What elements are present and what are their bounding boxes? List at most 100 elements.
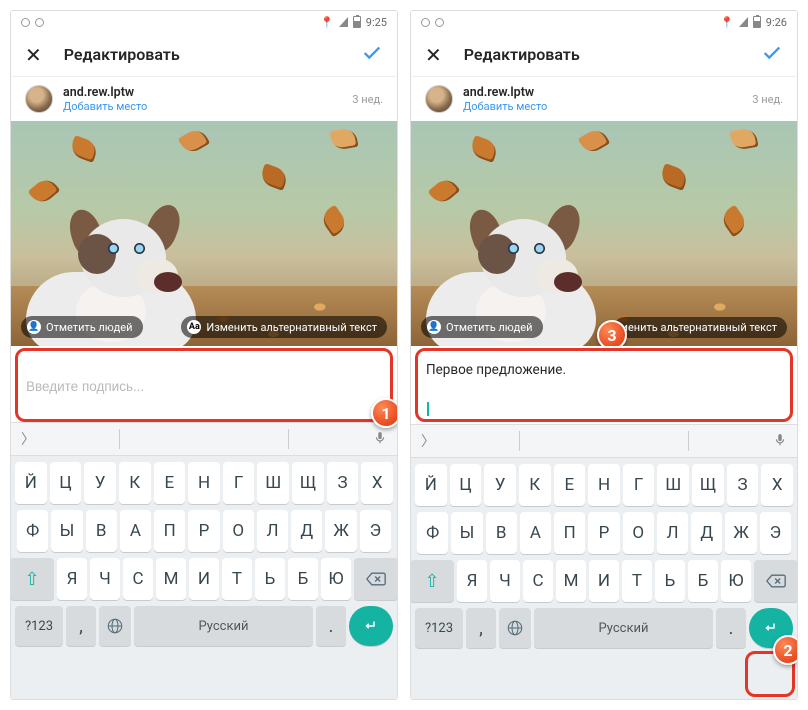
close-icon[interactable]: ✕ xyxy=(425,43,442,67)
key-Д[interactable]: Д xyxy=(691,512,722,554)
key-Э[interactable]: Э xyxy=(760,512,791,554)
key-Ю[interactable]: Ю xyxy=(721,560,751,602)
globe-key[interactable] xyxy=(499,608,531,648)
key-В[interactable]: В xyxy=(486,512,517,554)
key-Ш[interactable]: Ш xyxy=(257,462,289,504)
key-Щ[interactable]: Щ xyxy=(692,464,724,506)
key-Р[interactable]: Р xyxy=(588,512,619,554)
expand-icon[interactable]: 〉 xyxy=(421,431,435,451)
key-Ф[interactable]: Ф xyxy=(417,512,448,554)
confirm-icon[interactable] xyxy=(761,42,783,68)
alt-text-button[interactable]: Aa Изменить альтернативный текст xyxy=(181,316,387,338)
key-Ю[interactable]: Ю xyxy=(321,558,351,600)
avatar[interactable] xyxy=(25,85,53,113)
key-Т[interactable]: Т xyxy=(622,560,652,602)
key-Ч[interactable]: Ч xyxy=(90,558,120,600)
username[interactable]: and.rew.lptw xyxy=(63,85,147,100)
key-Е[interactable]: Е xyxy=(554,464,586,506)
key-У[interactable]: У xyxy=(484,464,516,506)
space-key[interactable]: Русский xyxy=(134,606,313,646)
key-Т[interactable]: Т xyxy=(222,558,252,600)
key-Н[interactable]: Н xyxy=(588,464,620,506)
post-photo[interactable]: 👤 Отметить людей Aa Изменить альтернатив… xyxy=(11,121,397,346)
key-И[interactable]: И xyxy=(189,558,219,600)
key-З[interactable]: З xyxy=(327,462,359,504)
key-С[interactable]: С xyxy=(523,560,553,602)
backspace-key[interactable] xyxy=(754,560,798,602)
key-У[interactable]: У xyxy=(84,462,116,504)
key-О[interactable]: О xyxy=(623,512,654,554)
key-Ь[interactable]: Ь xyxy=(255,558,285,600)
key-А[interactable]: А xyxy=(520,512,551,554)
key-К[interactable]: К xyxy=(119,462,151,504)
key-Я[interactable]: Я xyxy=(57,558,87,600)
key-Ц[interactable]: Ц xyxy=(50,462,82,504)
close-icon[interactable]: ✕ xyxy=(25,43,42,67)
shift-key[interactable]: ⇧ xyxy=(10,558,54,600)
tag-people-button[interactable]: 👤 Отметить людей xyxy=(421,316,543,338)
key-Й[interactable]: Й xyxy=(415,464,447,506)
key-С[interactable]: С xyxy=(123,558,153,600)
comma-key[interactable]: , xyxy=(66,606,96,646)
key-Д[interactable]: Д xyxy=(291,510,322,552)
key-П[interactable]: П xyxy=(554,512,585,554)
key-Х[interactable]: Х xyxy=(761,464,793,506)
key-З[interactable]: З xyxy=(727,464,759,506)
key-П[interactable]: П xyxy=(154,510,185,552)
expand-icon[interactable]: 〉 xyxy=(21,429,35,449)
caption-input[interactable] xyxy=(20,356,388,416)
key-Г[interactable]: Г xyxy=(223,462,255,504)
backspace-key[interactable] xyxy=(354,558,398,600)
key-Й[interactable]: Й xyxy=(15,462,47,504)
key-И[interactable]: И xyxy=(589,560,619,602)
confirm-icon[interactable] xyxy=(361,42,383,68)
key-Ф[interactable]: Ф xyxy=(17,510,48,552)
key-А[interactable]: А xyxy=(120,510,151,552)
key-Щ[interactable]: Щ xyxy=(292,462,324,504)
key-Ы[interactable]: Ы xyxy=(451,512,482,554)
key-Г[interactable]: Г xyxy=(623,464,655,506)
key-Ж[interactable]: Ж xyxy=(325,510,356,552)
key-Э[interactable]: Э xyxy=(360,510,391,552)
globe-key[interactable] xyxy=(99,606,131,646)
key-Ж[interactable]: Ж xyxy=(725,512,756,554)
post-photo[interactable]: 👤 Отметить людей менить альтернативный т… xyxy=(411,121,797,346)
symbols-key[interactable]: ?123 xyxy=(415,608,463,648)
key-Л[interactable]: Л xyxy=(657,512,688,554)
key-Ч[interactable]: Ч xyxy=(490,560,520,602)
key-Е[interactable]: Е xyxy=(154,462,186,504)
key-Р[interactable]: Р xyxy=(188,510,219,552)
period-key[interactable]: . xyxy=(316,606,346,646)
key-М[interactable]: М xyxy=(556,560,586,602)
caption-input[interactable]: Первое предложение. xyxy=(420,356,788,418)
add-place-link[interactable]: Добавить место xyxy=(463,100,547,113)
key-В[interactable]: В xyxy=(86,510,117,552)
alt-text-button[interactable]: менить альтернативный текст xyxy=(614,317,787,338)
key-М[interactable]: М xyxy=(156,558,186,600)
key-Н[interactable]: Н xyxy=(188,462,220,504)
shift-key[interactable]: ⇧ xyxy=(410,560,454,602)
space-key[interactable]: Русский xyxy=(534,608,713,648)
key-О[interactable]: О xyxy=(223,510,254,552)
key-Л[interactable]: Л xyxy=(257,510,288,552)
period-key[interactable]: . xyxy=(716,608,746,648)
comma-key[interactable]: , xyxy=(466,608,496,648)
key-Я[interactable]: Я xyxy=(457,560,487,602)
mic-icon[interactable] xyxy=(373,430,387,449)
key-Х[interactable]: Х xyxy=(361,462,393,504)
key-К[interactable]: К xyxy=(519,464,551,506)
suggestion-bar[interactable]: 〉 xyxy=(11,422,397,456)
symbols-key[interactable]: ?123 xyxy=(15,606,63,646)
key-Ш[interactable]: Ш xyxy=(657,464,689,506)
suggestion-bar[interactable]: 〉 xyxy=(411,424,797,458)
avatar[interactable] xyxy=(425,85,453,113)
key-Б[interactable]: Б xyxy=(288,558,318,600)
key-Ь[interactable]: Ь xyxy=(655,560,685,602)
username[interactable]: and.rew.lptw xyxy=(463,85,547,100)
add-place-link[interactable]: Добавить место xyxy=(63,100,147,113)
mic-icon[interactable] xyxy=(773,432,787,451)
enter-key[interactable] xyxy=(349,606,393,646)
key-Б[interactable]: Б xyxy=(688,560,718,602)
key-Ы[interactable]: Ы xyxy=(51,510,82,552)
tag-people-button[interactable]: 👤 Отметить людей xyxy=(21,316,143,338)
